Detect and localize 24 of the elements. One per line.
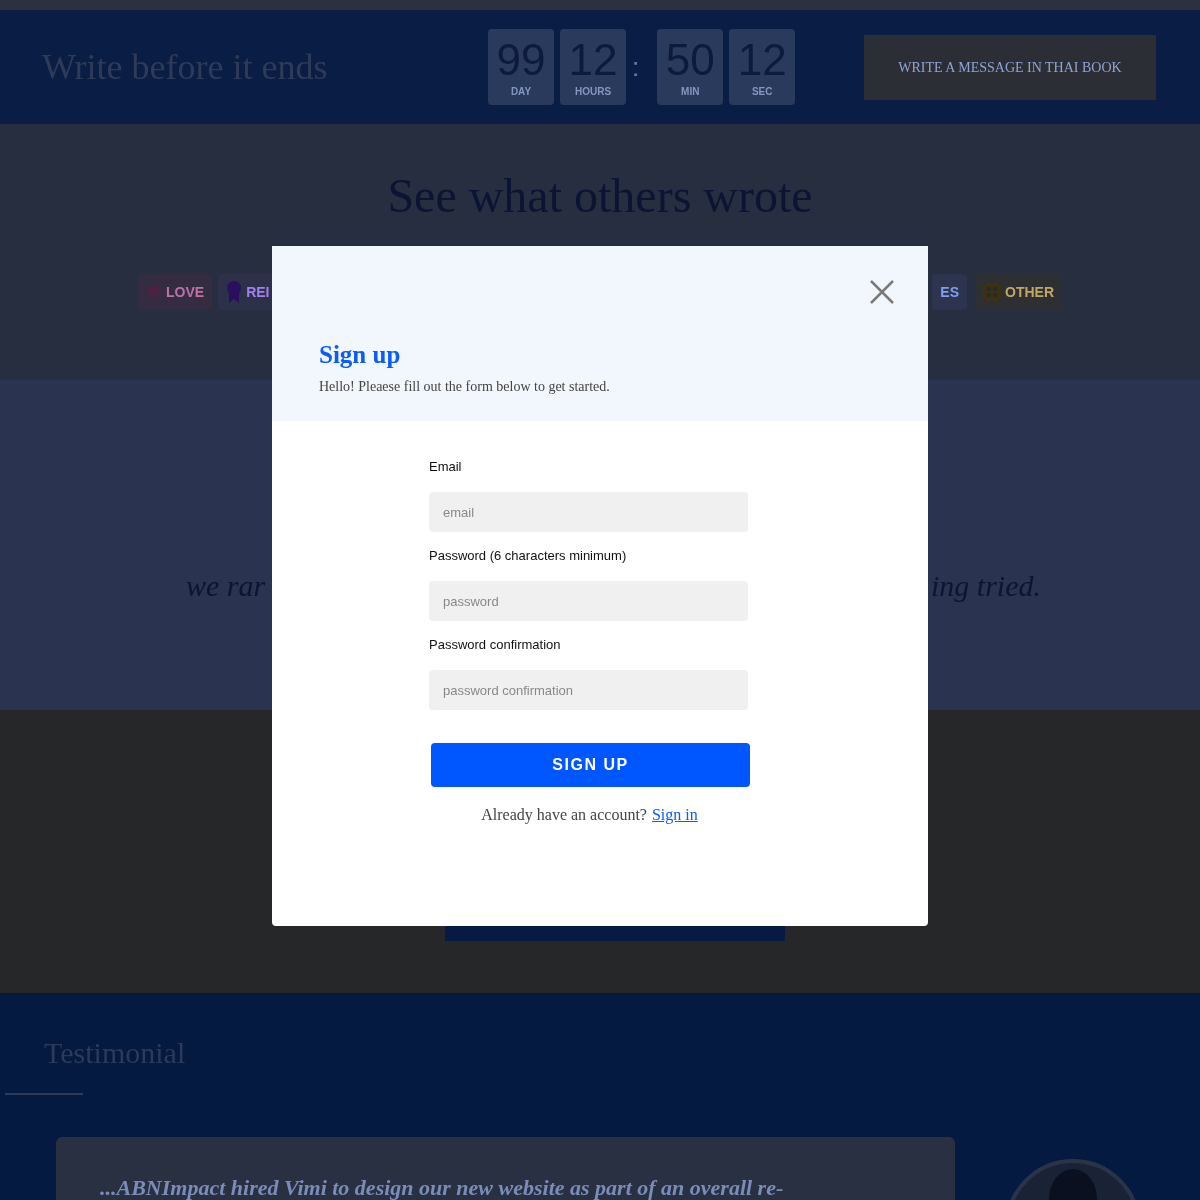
input-field[interactable]: email xyxy=(429,492,748,532)
modal-subtitle: Hello! Pleaese fill out the form below to get started. xyxy=(319,378,611,396)
filter-chip[interactable]: LOVE xyxy=(138,274,213,310)
sign-up-button[interactable]: SIGN UP xyxy=(431,743,750,787)
account-prompt: Already have an account? xyxy=(481,805,647,826)
input-field[interactable]: password confirmation xyxy=(429,670,748,710)
write-message-button[interactable]: WRITE A MESSAGE IN THAI BOOK xyxy=(864,34,1156,100)
sign-in-link[interactable]: Sign in xyxy=(651,803,698,827)
field-label: Password confirmation xyxy=(429,637,562,653)
countdown-unit: HOURS xyxy=(574,84,612,99)
field-label: Email xyxy=(429,459,463,475)
filter-chip[interactable]: ES xyxy=(932,274,967,310)
field-label: Password (6 characters minimum) xyxy=(429,548,628,564)
countdown-unit: SEC xyxy=(751,84,773,99)
grid-icon xyxy=(983,283,1001,301)
modal-title: Sign up xyxy=(319,340,402,370)
countdown-unit: MIN xyxy=(681,84,700,99)
close-icon[interactable] xyxy=(869,279,895,305)
ribbon-icon xyxy=(226,281,243,303)
input-field[interactable]: password xyxy=(429,581,748,621)
countdown-separator: : xyxy=(632,50,640,84)
filter-chip[interactable]: OTHER xyxy=(975,274,1062,310)
countdown-unit: DAY xyxy=(510,84,532,99)
testimonial-quote: ...ABNImpact hired Vimi to design our new website as part of an overall re- xyxy=(100,1175,784,1200)
